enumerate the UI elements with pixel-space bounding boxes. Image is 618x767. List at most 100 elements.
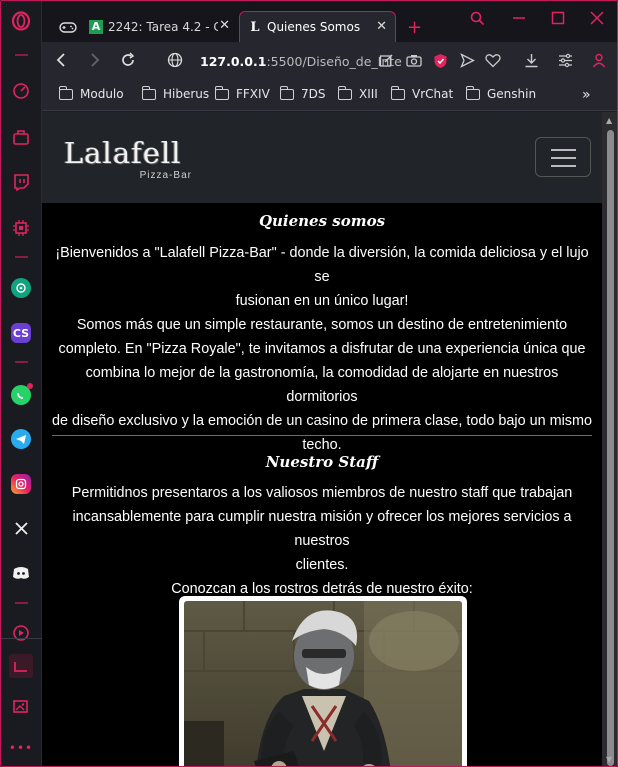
folder-icon xyxy=(279,85,294,100)
text-line: ¡Bienvenidos a "Lalafell Pizza-Bar" - do… xyxy=(55,245,589,285)
bookmark-label: Genshin xyxy=(487,87,537,101)
bookmark-label: XIII xyxy=(359,87,378,101)
discord-icon[interactable] xyxy=(9,561,33,585)
bookmark-hiberus[interactable]: Hiberus xyxy=(141,85,210,101)
profile-icon[interactable] xyxy=(592,53,606,72)
bookmark-ffxiv[interactable]: FFXIV xyxy=(214,85,270,101)
about-paragraph: ¡Bienvenidos a "Lalafell Pizza-Bar" - do… xyxy=(42,241,602,457)
globe-icon[interactable] xyxy=(167,52,183,72)
download-icon[interactable] xyxy=(524,53,539,72)
staff-photo xyxy=(184,601,462,766)
edit-icon[interactable] xyxy=(379,53,394,72)
telegram-icon[interactable] xyxy=(9,427,33,451)
text-line: clientes. xyxy=(295,557,349,573)
folder-icon xyxy=(58,85,73,100)
tab-favicon: L xyxy=(250,19,260,35)
heart-icon[interactable] xyxy=(485,53,501,72)
section-divider xyxy=(52,435,592,436)
text-line: combina lo mejor de la gastronomía, la c… xyxy=(85,365,559,405)
text-line: completo. En "Pizza Royale", te invitamo… xyxy=(58,341,586,357)
send-icon[interactable] xyxy=(460,53,475,72)
bookmark-xiii[interactable]: XIII xyxy=(337,85,378,101)
bookmark-label: Modulo xyxy=(80,87,124,101)
more-icon[interactable]: ••• xyxy=(9,736,33,760)
section-title-quienes-somos: Quienes somos xyxy=(258,212,386,230)
address-bar-row: 127.0.0.1:5500/Diseño_de_Inte xyxy=(42,42,617,80)
tab-quienes-somos[interactable]: L Quienes Somos ✕ xyxy=(239,11,396,42)
scroll-up-icon[interactable]: ▲ xyxy=(606,116,612,125)
text-line: incansablemente para cumplir nuestra mis… xyxy=(72,509,572,549)
twitch-icon[interactable] xyxy=(9,170,33,194)
bookmark-modulo[interactable]: Modulo xyxy=(58,85,124,101)
maximize-icon[interactable] xyxy=(551,11,565,29)
text-line: de diseño exclusivo y la emoción de un c… xyxy=(52,413,592,429)
bookmark-7ds[interactable]: 7DS xyxy=(279,85,326,101)
gallery-icon[interactable] xyxy=(9,694,33,718)
search-tabs-icon[interactable] xyxy=(470,11,485,30)
page-scrollbar[interactable]: ▲ ▼ xyxy=(602,112,617,766)
logo-subtitle: Pizza-Bar xyxy=(139,170,192,181)
bookmark-label: VrChat xyxy=(412,87,454,101)
app-icon[interactable] xyxy=(9,654,33,678)
site-navbar: Lalafell Pizza-Bar xyxy=(42,112,602,203)
tab-tarea[interactable]: A 2242: Tarea 4.2 - Cr ✕ xyxy=(81,11,238,42)
reload-button[interactable] xyxy=(120,52,136,72)
folder-icon xyxy=(214,85,229,100)
bookmark-genshin[interactable]: Genshin xyxy=(465,85,537,101)
sidebar-divider xyxy=(15,54,28,56)
tab-label: 2242: Tarea 4.2 - Cr xyxy=(108,19,218,34)
forward-button[interactable] xyxy=(88,52,102,72)
close-window-icon[interactable] xyxy=(590,11,604,29)
sidebar-divider xyxy=(15,361,28,363)
bookmarks-bar: Modulo Hiberus FFXIV 7DS XIII VrChat Gen… xyxy=(42,80,617,111)
folder-icon xyxy=(465,85,480,100)
text-line: Somos más que un simple restaurante, som… xyxy=(76,317,568,333)
close-icon[interactable]: ✕ xyxy=(376,19,387,34)
scroll-thumb[interactable] xyxy=(607,130,614,766)
minimize-icon[interactable] xyxy=(512,11,526,29)
cs-label: CS xyxy=(11,323,31,343)
site-logo[interactable]: Lalafell Pizza-Bar xyxy=(64,138,204,181)
shield-icon[interactable] xyxy=(433,53,448,73)
bookmark-label: Hiberus xyxy=(163,87,210,101)
sidebar-divider xyxy=(15,256,28,258)
whatsapp-icon[interactable] xyxy=(9,383,33,407)
folder-icon xyxy=(141,85,156,100)
hamburger-icon xyxy=(551,149,576,151)
staff-paragraph: Permitidnos presentaros a los valiosos m… xyxy=(42,481,602,601)
instagram-icon[interactable] xyxy=(9,472,33,496)
browser-sidebar: CS ••• xyxy=(1,1,42,766)
staff-photo-card xyxy=(179,596,467,766)
speed-dial-icon[interactable] xyxy=(9,79,33,103)
settings-sliders-icon[interactable] xyxy=(558,53,573,72)
section-title-staff: Nuestro Staff xyxy=(265,453,379,471)
camera-icon[interactable] xyxy=(406,53,422,72)
bookmarks-overflow-button[interactable]: » xyxy=(582,87,591,103)
folder-icon xyxy=(390,85,405,100)
tab-label: Quienes Somos xyxy=(267,20,361,34)
bookmark-vrchat[interactable]: VrChat xyxy=(390,85,454,101)
folder-icon xyxy=(337,85,352,100)
cpu-icon[interactable] xyxy=(9,216,33,240)
back-button[interactable] xyxy=(54,52,68,72)
cs-icon[interactable]: CS xyxy=(9,321,33,345)
player-icon[interactable] xyxy=(9,621,33,645)
opera-logo-icon[interactable] xyxy=(9,9,33,33)
logo-title: Lalafell xyxy=(64,136,182,170)
tab-favicon: A xyxy=(89,19,103,34)
close-icon[interactable]: ✕ xyxy=(219,18,230,33)
url-host: 127.0.0.1 xyxy=(200,54,267,69)
browser-window: CS ••• A 2242: Tarea 4.2 - Cr ✕ L Quiene… xyxy=(0,0,618,767)
bookmark-label: FFXIV xyxy=(236,87,270,101)
menu-toggle-button[interactable] xyxy=(535,137,591,177)
bag-icon[interactable] xyxy=(9,125,33,149)
chatgpt-icon[interactable] xyxy=(9,276,33,300)
bookmark-label: 7DS xyxy=(301,87,326,101)
web-page: Lalafell Pizza-Bar Quienes somos ¡Bienve… xyxy=(42,112,602,766)
scroll-down-icon[interactable]: ▼ xyxy=(606,755,612,764)
text-line: fusionan en un único lugar! xyxy=(235,293,409,309)
new-tab-button[interactable]: + xyxy=(399,12,430,43)
sidebar-divider xyxy=(15,602,28,604)
tab-strip: A 2242: Tarea 4.2 - Cr ✕ L Quienes Somos… xyxy=(42,1,617,43)
x-icon[interactable] xyxy=(9,516,33,540)
